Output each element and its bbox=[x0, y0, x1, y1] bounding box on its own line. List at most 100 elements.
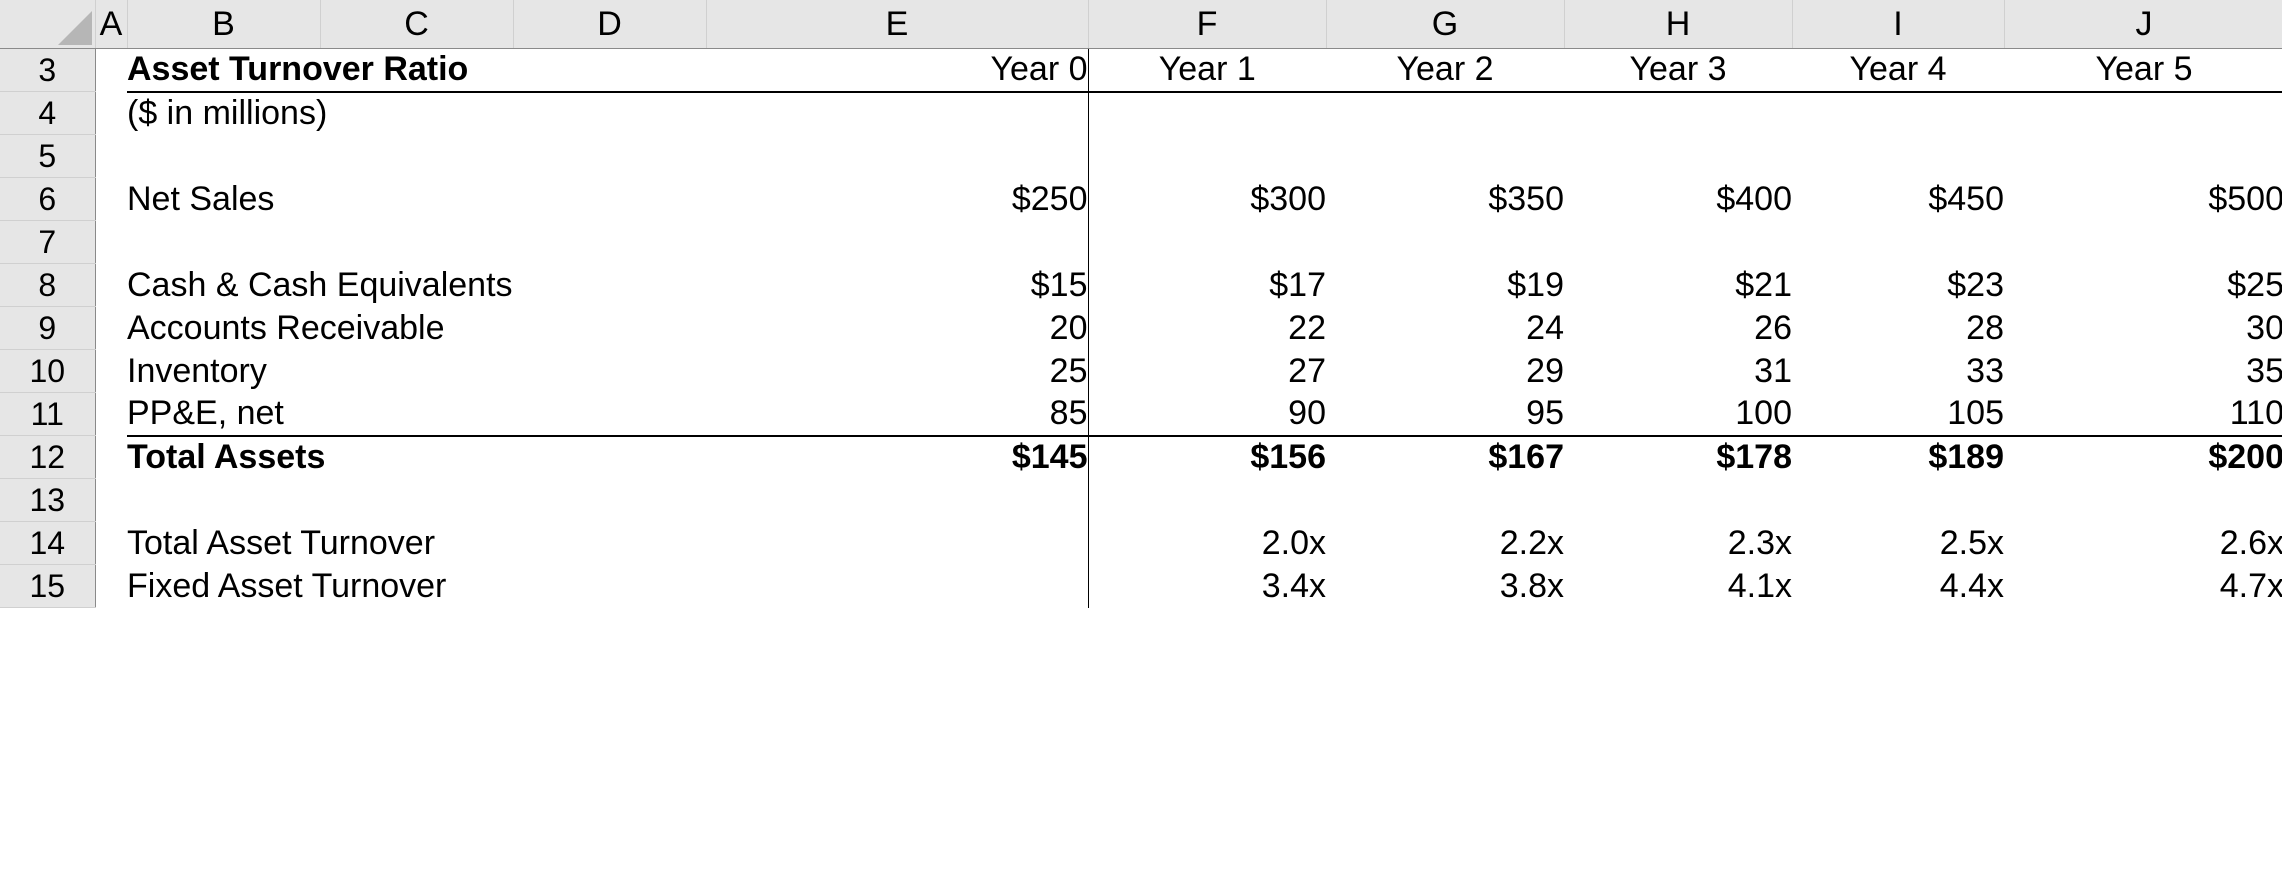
cell-g7[interactable] bbox=[1326, 220, 1564, 264]
cell-g11-ppe-year2[interactable]: 95 bbox=[1326, 392, 1564, 436]
cell-h11-ppe-year3[interactable]: 100 bbox=[1564, 392, 1792, 436]
cell-g12-total-assets-year2[interactable]: $167 bbox=[1326, 434, 1564, 479]
cell-a12[interactable] bbox=[95, 435, 127, 479]
cell-e5[interactable] bbox=[706, 134, 1089, 178]
cell-i11-ppe-year4[interactable]: 105 bbox=[1792, 392, 2004, 436]
cell-e6-net-sales-year0[interactable]: $250 bbox=[706, 177, 1089, 221]
column-header-g[interactable]: G bbox=[1326, 0, 1565, 49]
cell-i5[interactable] bbox=[1792, 134, 2004, 178]
cell-g4[interactable] bbox=[1326, 91, 1564, 135]
column-header-j[interactable]: J bbox=[2004, 0, 2282, 49]
cell-h14-total-asset-turnover-year3[interactable]: 2.3x bbox=[1564, 521, 1792, 565]
cell-b7[interactable] bbox=[127, 220, 706, 264]
column-header-b[interactable]: B bbox=[127, 0, 321, 49]
cell-g9-ar-year2[interactable]: 24 bbox=[1326, 306, 1564, 350]
cell-a9[interactable] bbox=[95, 306, 127, 350]
cell-j3-year5[interactable]: Year 5 bbox=[2004, 48, 2282, 93]
cell-h6-net-sales-year3[interactable]: $400 bbox=[1564, 177, 1792, 221]
cell-a14[interactable] bbox=[95, 521, 127, 565]
cell-f3-year1[interactable]: Year 1 bbox=[1088, 48, 1326, 93]
cell-b14-label-total-asset-turnover[interactable]: Total Asset Turnover bbox=[127, 521, 706, 565]
cell-b4-units[interactable]: ($ in millions) bbox=[127, 91, 706, 135]
cell-j5[interactable] bbox=[2004, 134, 2282, 178]
row-header-10[interactable]: 10 bbox=[0, 349, 96, 393]
cell-g5[interactable] bbox=[1326, 134, 1564, 178]
cell-b11-label-ppe[interactable]: PP&E, net bbox=[127, 392, 706, 436]
cell-f11-ppe-year1[interactable]: 90 bbox=[1088, 392, 1326, 436]
row-header-4[interactable]: 4 bbox=[0, 91, 96, 135]
cell-a13[interactable] bbox=[95, 478, 127, 522]
column-header-f[interactable]: F bbox=[1088, 0, 1327, 49]
cell-j4[interactable] bbox=[2004, 91, 2282, 135]
cell-g8-cash-year2[interactable]: $19 bbox=[1326, 263, 1564, 307]
cell-b13[interactable] bbox=[127, 478, 706, 522]
column-header-d[interactable]: D bbox=[513, 0, 707, 49]
cell-e15[interactable] bbox=[706, 564, 1089, 608]
cell-a8[interactable] bbox=[95, 263, 127, 307]
cell-e11-ppe-year0[interactable]: 85 bbox=[706, 392, 1089, 436]
cell-f13[interactable] bbox=[1088, 478, 1326, 522]
cell-b8-label-cash[interactable]: Cash & Cash Equivalents bbox=[127, 263, 706, 307]
cell-j6-net-sales-year5[interactable]: $500 bbox=[2004, 177, 2282, 221]
cell-i8-cash-year4[interactable]: $23 bbox=[1792, 263, 2004, 307]
cell-e7[interactable] bbox=[706, 220, 1089, 264]
cell-j10-inventory-year5[interactable]: 35 bbox=[2004, 349, 2282, 393]
row-header-8[interactable]: 8 bbox=[0, 263, 96, 307]
select-all-corner[interactable] bbox=[0, 0, 96, 49]
cell-i6-net-sales-year4[interactable]: $450 bbox=[1792, 177, 2004, 221]
cell-i12-total-assets-year4[interactable]: $189 bbox=[1792, 434, 2004, 479]
column-header-h[interactable]: H bbox=[1564, 0, 1793, 49]
cell-i7[interactable] bbox=[1792, 220, 2004, 264]
cell-g6-net-sales-year2[interactable]: $350 bbox=[1326, 177, 1564, 221]
row-header-14[interactable]: 14 bbox=[0, 521, 96, 565]
cell-i4[interactable] bbox=[1792, 91, 2004, 135]
cell-b15-label-fixed-asset-turnover[interactable]: Fixed Asset Turnover bbox=[127, 564, 706, 608]
cell-g3-year2[interactable]: Year 2 bbox=[1326, 48, 1564, 93]
cell-a15[interactable] bbox=[95, 564, 127, 608]
cell-e12-total-assets-year0[interactable]: $145 bbox=[706, 434, 1089, 479]
row-header-5[interactable]: 5 bbox=[0, 134, 96, 178]
cell-i3-year4[interactable]: Year 4 bbox=[1792, 48, 2004, 93]
row-header-13[interactable]: 13 bbox=[0, 478, 96, 522]
cell-i15-fixed-asset-turnover-year4[interactable]: 4.4x bbox=[1792, 564, 2004, 608]
cell-f5[interactable] bbox=[1088, 134, 1326, 178]
cell-e4[interactable] bbox=[706, 91, 1089, 135]
cell-f6-net-sales-year1[interactable]: $300 bbox=[1088, 177, 1326, 221]
cell-f15-fixed-asset-turnover-year1[interactable]: 3.4x bbox=[1088, 564, 1326, 608]
cell-h9-ar-year3[interactable]: 26 bbox=[1564, 306, 1792, 350]
cell-f4[interactable] bbox=[1088, 91, 1326, 135]
cell-h13[interactable] bbox=[1564, 478, 1792, 522]
cell-g10-inventory-year2[interactable]: 29 bbox=[1326, 349, 1564, 393]
cell-h7[interactable] bbox=[1564, 220, 1792, 264]
cell-h15-fixed-asset-turnover-year3[interactable]: 4.1x bbox=[1564, 564, 1792, 608]
cell-j7[interactable] bbox=[2004, 220, 2282, 264]
row-header-6[interactable]: 6 bbox=[0, 177, 96, 221]
cell-a11[interactable] bbox=[95, 392, 127, 436]
cell-e14[interactable] bbox=[706, 521, 1089, 565]
row-header-3[interactable]: 3 bbox=[0, 48, 96, 92]
column-header-a[interactable]: A bbox=[95, 0, 128, 49]
cell-h12-total-assets-year3[interactable]: $178 bbox=[1564, 434, 1792, 479]
cell-j14-total-asset-turnover-year5[interactable]: 2.6x bbox=[2004, 521, 2282, 565]
cell-j8-cash-year5[interactable]: $25 bbox=[2004, 263, 2282, 307]
cell-a3[interactable] bbox=[95, 48, 127, 92]
cell-h4[interactable] bbox=[1564, 91, 1792, 135]
cell-i13[interactable] bbox=[1792, 478, 2004, 522]
column-header-e[interactable]: E bbox=[706, 0, 1089, 49]
cell-h3-year3[interactable]: Year 3 bbox=[1564, 48, 1792, 93]
cell-j15-fixed-asset-turnover-year5[interactable]: 4.7x bbox=[2004, 564, 2282, 608]
row-header-11[interactable]: 11 bbox=[0, 392, 96, 436]
cell-e13[interactable] bbox=[706, 478, 1089, 522]
cell-f14-total-asset-turnover-year1[interactable]: 2.0x bbox=[1088, 521, 1326, 565]
row-header-15[interactable]: 15 bbox=[0, 564, 96, 608]
cell-g15-fixed-asset-turnover-year2[interactable]: 3.8x bbox=[1326, 564, 1564, 608]
row-header-7[interactable]: 7 bbox=[0, 220, 96, 264]
cell-j12-total-assets-year5[interactable]: $200 bbox=[2004, 434, 2282, 479]
cell-f7[interactable] bbox=[1088, 220, 1326, 264]
cell-i10-inventory-year4[interactable]: 33 bbox=[1792, 349, 2004, 393]
cell-a7[interactable] bbox=[95, 220, 127, 264]
cell-a6[interactable] bbox=[95, 177, 127, 221]
row-header-9[interactable]: 9 bbox=[0, 306, 96, 350]
cell-b5[interactable] bbox=[127, 134, 706, 178]
row-header-12[interactable]: 12 bbox=[0, 435, 96, 479]
